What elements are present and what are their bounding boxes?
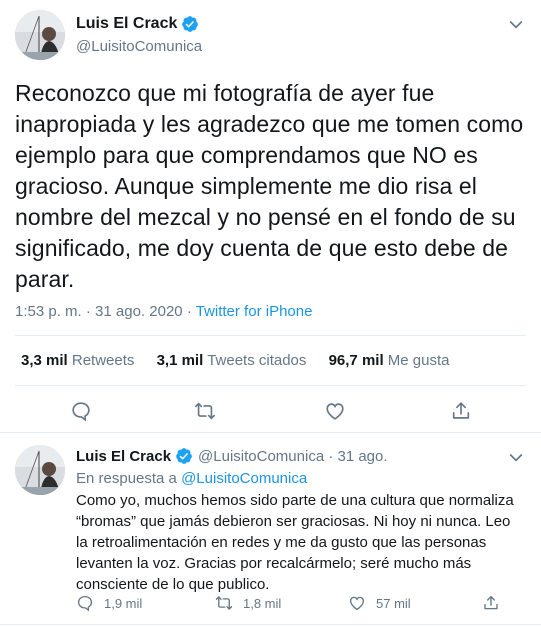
reply-text-line: consciente de lo que publico. bbox=[76, 576, 270, 593]
share-icon[interactable] bbox=[450, 400, 472, 422]
verified-badge-icon bbox=[175, 447, 193, 465]
tweet-text-line: inapropiada y les agradezco que me tomen… bbox=[15, 111, 524, 137]
meta-separator: · bbox=[85, 303, 91, 320]
handle[interactable]: @LuisitoComunica bbox=[76, 38, 202, 55]
author-name-row[interactable]: Luis El Crack bbox=[76, 15, 199, 33]
share-icon bbox=[484, 595, 498, 610]
likes-stat[interactable]: 96,7 mil Me gusta bbox=[329, 352, 450, 369]
retweet-count: 1,8 mil bbox=[243, 595, 282, 611]
tweet-text-line: parar. bbox=[15, 266, 75, 292]
quotes-stat[interactable]: 3,1 mil Tweets citados bbox=[157, 352, 307, 369]
reply-prefix: En respuesta a bbox=[76, 470, 177, 487]
retweet-icon bbox=[215, 596, 233, 610]
meta-separator: · bbox=[186, 303, 192, 320]
tweet-text-line: Reconozco que mi fotografía de ayer fue bbox=[15, 80, 435, 106]
reply-text-line: levanten la voz. Gracias por recalcármel… bbox=[76, 555, 472, 572]
reply-text-line: Como yo, muchos hemos sido parte de una … bbox=[76, 492, 514, 509]
bottom-divider bbox=[0, 624, 541, 625]
verified-badge-icon bbox=[181, 15, 199, 33]
reply-handle-link[interactable]: @LuisitoComunica bbox=[181, 470, 307, 487]
main-tweet: Luis El Crack @LuisitoComunica Reconozco… bbox=[0, 0, 541, 430]
avatar[interactable] bbox=[15, 10, 65, 60]
tweet-date[interactable]: 31 ago. 2020 bbox=[95, 303, 183, 320]
tweet-source-link[interactable]: Twitter for iPhone bbox=[196, 303, 313, 320]
reply-text: Como yo, muchos hemos sido parte de una … bbox=[76, 490, 531, 595]
avatar[interactable] bbox=[15, 445, 65, 495]
tweet-text: Reconozco que mi fotografía de ayer fue … bbox=[15, 78, 530, 295]
retweet-icon[interactable] bbox=[194, 400, 216, 422]
tweet-text-line: nombre del mezcal y no pensé en el fondo… bbox=[15, 204, 516, 230]
tweet-separator bbox=[0, 432, 541, 433]
quotes-count: 3,1 mil bbox=[156, 352, 204, 369]
like-count: 57 mil bbox=[376, 595, 411, 611]
tweet-text-line: gracioso. Aunque simplemente me dio risa… bbox=[15, 173, 477, 199]
reply-text-line: “bromas” que jamás debieron ser graciosa… bbox=[76, 513, 511, 530]
reply-author-row[interactable]: Luis El Crack @LuisitoComunica · 31 ago. bbox=[76, 447, 388, 465]
retweets-label: Retweets bbox=[71, 352, 135, 369]
reply-icon[interactable] bbox=[70, 400, 92, 422]
reply-count: 1,9 mil bbox=[104, 595, 143, 611]
handle-and-time[interactable]: @LuisitoComunica · 31 ago. bbox=[198, 448, 388, 465]
engagement-stats: 3,3 mil Retweets 3,1 mil Tweets citados … bbox=[21, 352, 468, 369]
like-icon bbox=[349, 596, 365, 611]
like-action[interactable]: 57 mil bbox=[348, 594, 411, 612]
divider bbox=[15, 335, 526, 336]
reply-action[interactable]: 1,9 mil bbox=[76, 594, 142, 612]
retweets-stat[interactable]: 3,3 mil Retweets bbox=[21, 352, 134, 369]
tweet-text-line: significado, me doy cuenta de que esto d… bbox=[15, 235, 509, 261]
reply-icon bbox=[77, 595, 93, 612]
retweet-action[interactable]: 1,8 mil bbox=[215, 594, 281, 612]
chevron-down-icon[interactable] bbox=[506, 447, 526, 467]
reply-text-line: la retroalimentación en redes y me da gu… bbox=[76, 534, 487, 551]
display-name[interactable]: Luis El Crack bbox=[76, 448, 171, 465]
retweets-count: 3,3 mil bbox=[21, 352, 68, 369]
tweet-time[interactable]: 1:53 p. m. bbox=[15, 303, 82, 320]
tweet-text-line: ejemplo para que comprendamos que NO es bbox=[15, 142, 478, 168]
tweet-meta: 1:53 p. m. · 31 ago. 2020 · Twitter for … bbox=[15, 303, 312, 320]
display-name[interactable]: Luis El Crack bbox=[76, 15, 177, 33]
reply-context: En respuesta a @LuisitoComunica bbox=[76, 470, 307, 487]
tweet-actions bbox=[0, 400, 541, 424]
share-action[interactable] bbox=[482, 594, 510, 612]
like-icon[interactable] bbox=[324, 400, 346, 422]
chevron-down-icon[interactable] bbox=[506, 14, 526, 34]
likes-label: Me gusta bbox=[387, 352, 450, 369]
quotes-label: Tweets citados bbox=[207, 352, 307, 369]
divider bbox=[15, 385, 526, 386]
likes-count: 96,7 mil bbox=[328, 352, 384, 369]
reply-actions: 1,9 mil 1,8 mil 57 mil bbox=[0, 594, 541, 614]
